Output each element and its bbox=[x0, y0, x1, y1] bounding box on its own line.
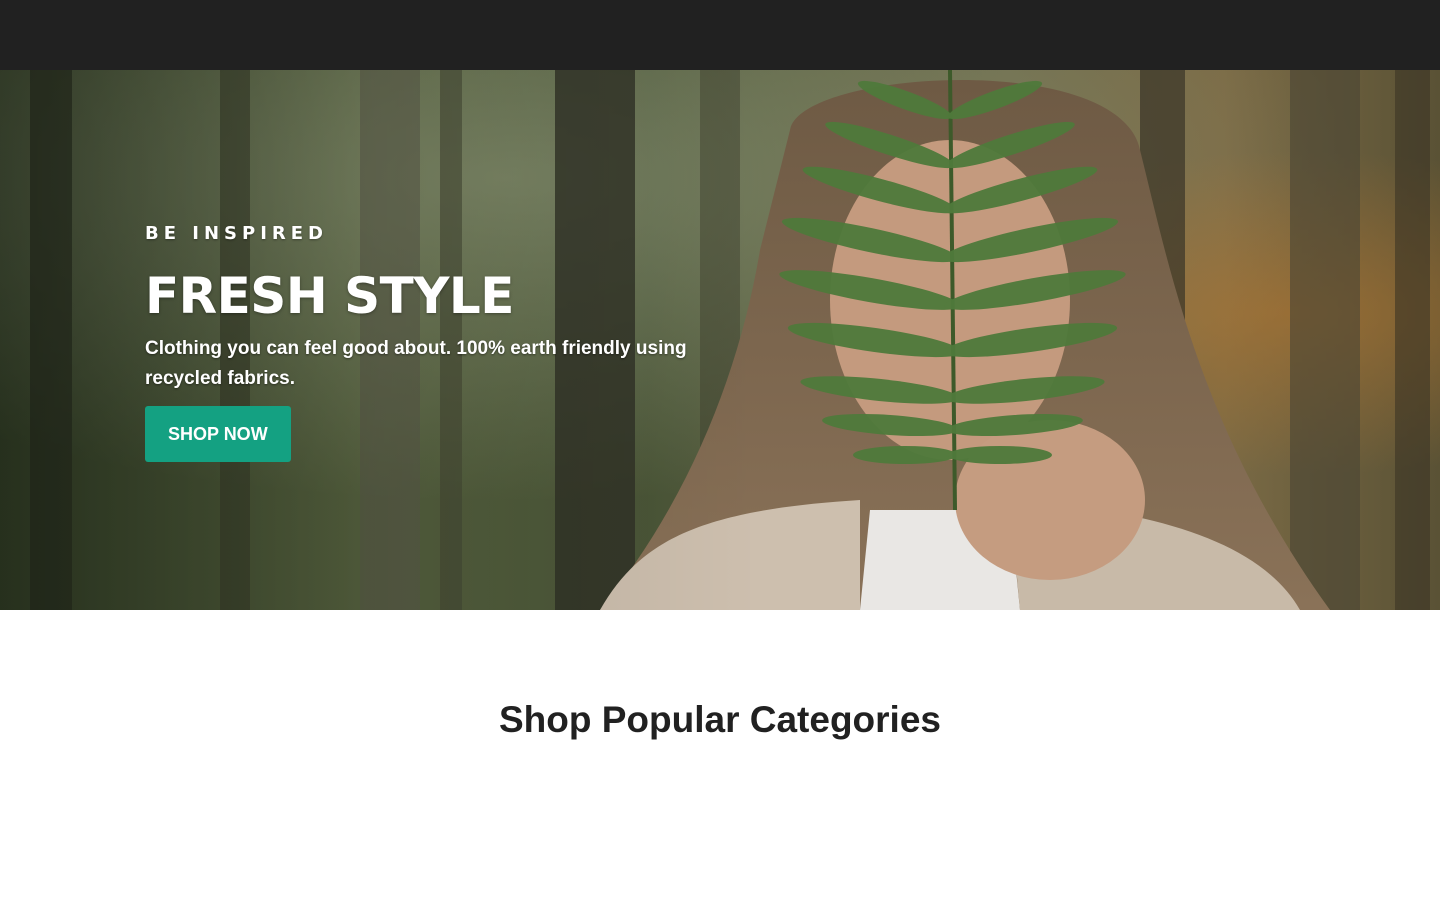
shop-now-button[interactable]: SHOP NOW bbox=[145, 406, 291, 462]
hero-banner: BE INSPIRED FRESH STYLE Clothing you can… bbox=[0, 70, 1440, 610]
hero-subtext: Clothing you can feel good about. 100% e… bbox=[145, 338, 687, 389]
hero-headline: FRESH STYLE bbox=[145, 267, 514, 325]
top-navigation-bar bbox=[0, 0, 1440, 70]
categories-section-title: Shop Popular Categories bbox=[498, 699, 941, 740]
hero-eyebrow: BE INSPIRED bbox=[145, 223, 328, 244]
hero-content: BE INSPIRED FRESH STYLE Clothing you can… bbox=[145, 222, 705, 462]
